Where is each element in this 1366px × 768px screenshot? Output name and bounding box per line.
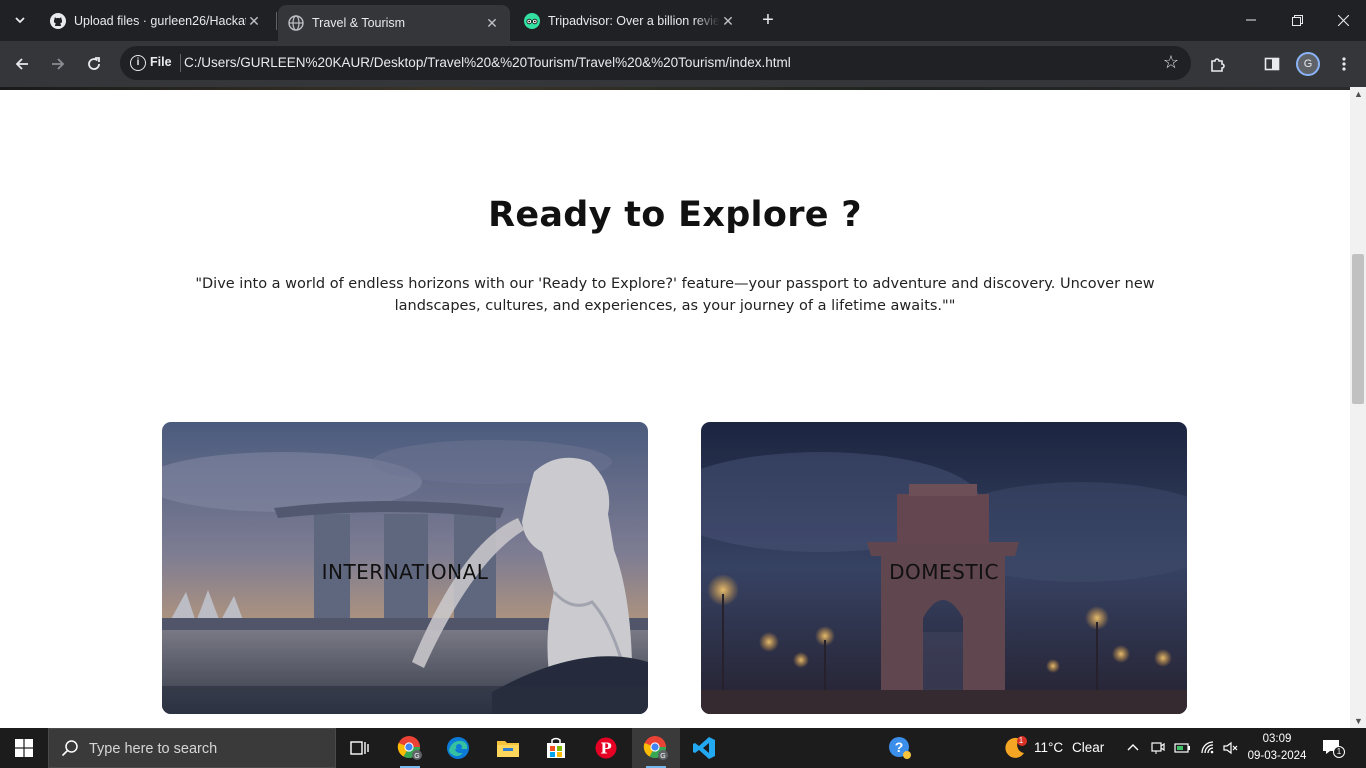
search-placeholder: Type here to search	[89, 741, 218, 757]
restore-button[interactable]	[1274, 0, 1320, 40]
scroll-down-arrow-icon[interactable]: ▼	[1354, 716, 1363, 726]
file-explorer-icon[interactable]	[484, 728, 532, 768]
edge-icon[interactable]	[434, 728, 482, 768]
tab-title: Tripadvisor: Over a billion review	[548, 13, 720, 28]
tab-github-upload[interactable]: Upload files · gurleen26/Hackat ✕	[40, 5, 272, 36]
meet-now-icon[interactable]	[1150, 740, 1166, 761]
weather-temp: 11°C	[1034, 740, 1064, 755]
tripadvisor-icon	[524, 12, 540, 29]
weather-widget[interactable]: 1 11°C Clear	[1000, 728, 1112, 768]
task-view-icon[interactable]	[336, 728, 384, 768]
tab-tripadvisor[interactable]: Tripadvisor: Over a billion review ✕	[514, 5, 746, 36]
new-tab-button[interactable]: +	[756, 8, 780, 32]
url-text[interactable]: C:/Users/GURLEEN%20KAUR/Desktop/Travel%2…	[184, 55, 791, 70]
windows-start-button[interactable]	[0, 728, 48, 768]
globe-icon	[288, 15, 304, 31]
clock-date: 09-03-2024	[1247, 750, 1307, 762]
profile-avatar[interactable]: G	[1296, 52, 1320, 76]
address-divider	[180, 54, 181, 72]
notification-count-badge: 1	[1333, 746, 1345, 758]
tab-travel-tourism[interactable]: Travel & Tourism ✕	[278, 5, 510, 41]
browser-toolbar: i File C:/Users/GURLEEN%20KAUR/Desktop/T…	[0, 41, 1366, 87]
wifi-icon[interactable]	[1200, 740, 1216, 761]
clock-time: 03:09	[1262, 733, 1292, 745]
minimize-button[interactable]	[1228, 0, 1274, 40]
browser-menu-icon[interactable]	[1330, 50, 1358, 78]
back-button[interactable]	[8, 50, 36, 78]
domestic-label: DOMESTIC	[889, 560, 999, 584]
page-viewport: Ready to Explore ? "Dive into a world of…	[0, 87, 1350, 728]
tab-divider	[276, 12, 277, 30]
tab-close-icon[interactable]: ✕	[484, 15, 500, 31]
vscode-icon[interactable]	[680, 728, 728, 768]
svg-text:G: G	[414, 753, 419, 760]
tab-search-chevron-icon[interactable]	[8, 8, 32, 32]
domestic-card[interactable]: DOMESTIC	[701, 422, 1187, 714]
taskbar-search-box[interactable]: Type here to search	[48, 728, 336, 768]
bookmark-star-icon[interactable]: ☆	[1163, 52, 1179, 73]
system-clock[interactable]: 03:09 09-03-2024	[1240, 731, 1314, 765]
international-card[interactable]: INTERNATIONAL	[162, 422, 648, 714]
previous-section-edge	[0, 87, 1350, 90]
close-window-button[interactable]	[1320, 0, 1366, 40]
tab-close-icon[interactable]: ✕	[246, 13, 262, 29]
forward-button[interactable]	[44, 50, 72, 78]
svg-text:P: P	[600, 740, 611, 758]
tab-title: Travel & Tourism	[312, 16, 406, 30]
volume-muted-icon[interactable]	[1222, 740, 1238, 761]
windows-logo-icon	[15, 739, 33, 757]
international-label: INTERNATIONAL	[321, 560, 489, 584]
search-icon	[61, 739, 79, 761]
weather-condition: Clear	[1072, 740, 1105, 755]
address-bar[interactable]: i File C:/Users/GURLEEN%20KAUR/Desktop/T…	[120, 46, 1191, 80]
chrome-profile-taskbar-icon[interactable]: G	[386, 728, 434, 768]
help-tips-icon[interactable]: ?	[876, 728, 924, 768]
section-heading: Ready to Explore ?	[488, 195, 862, 235]
notification-center-icon[interactable]: 1	[1322, 738, 1346, 758]
tab-close-icon[interactable]: ✕	[720, 13, 736, 29]
microsoft-store-icon[interactable]	[532, 728, 580, 768]
page-scrollbar[interactable]: ▲ ▼	[1350, 87, 1366, 728]
windows-taskbar: Type here to search G P G ? 1 11°C Clear	[0, 728, 1366, 768]
section-description: "Dive into a world of endless horizons w…	[195, 276, 1155, 314]
side-panel-icon[interactable]	[1258, 50, 1286, 78]
extensions-puzzle-icon[interactable]	[1204, 50, 1232, 78]
reload-button[interactable]	[80, 50, 108, 78]
battery-icon[interactable]	[1174, 740, 1192, 761]
github-icon	[50, 12, 66, 29]
scheme-label: File	[150, 55, 172, 69]
show-hidden-icons-chevron-icon[interactable]	[1126, 740, 1140, 759]
tab-strip: Upload files · gurleen26/Hackat ✕ Travel…	[0, 0, 1366, 41]
site-info-icon[interactable]: i	[130, 55, 146, 71]
tab-title: Upload files · gurleen26/Hackat	[74, 13, 246, 28]
svg-text:G: G	[660, 753, 665, 760]
chrome-taskbar-icon[interactable]: G	[632, 728, 680, 768]
scroll-thumb[interactable]	[1352, 254, 1364, 404]
pinterest-icon[interactable]: P	[582, 728, 630, 768]
weather-badge: 1	[1018, 736, 1024, 745]
svg-text:?: ?	[895, 739, 904, 755]
scroll-up-arrow-icon[interactable]: ▲	[1354, 89, 1363, 99]
